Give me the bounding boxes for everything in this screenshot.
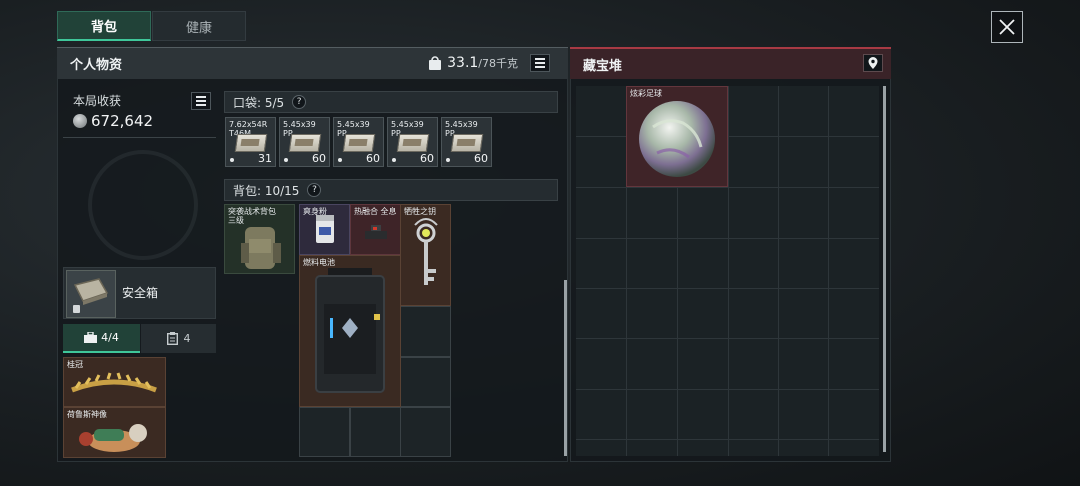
list-icon bbox=[535, 66, 545, 68]
dot-icon bbox=[230, 158, 234, 162]
pocket-slot[interactable]: 5.45x39 PP 60 bbox=[333, 117, 384, 167]
pocket-header: 口袋: 5/5 ? bbox=[224, 91, 558, 113]
pocket-slot[interactable]: 5.45x39 PP 60 bbox=[441, 117, 492, 167]
item-thermal-sight[interactable]: 热融合 全息 bbox=[350, 204, 401, 255]
weight-icon bbox=[429, 56, 442, 70]
item-count: 60 bbox=[420, 152, 434, 165]
backpack-grid-cell[interactable] bbox=[400, 306, 451, 357]
treasure-header: 藏宝堆 bbox=[570, 47, 891, 79]
personal-header: 个人物资 33.1 /78千克 bbox=[57, 47, 568, 79]
backpack-label: 背包: 10/15 bbox=[233, 183, 300, 198]
weight-current: 33.1 bbox=[447, 55, 479, 71]
dot-icon bbox=[284, 158, 288, 162]
list-icon bbox=[535, 62, 545, 64]
pocket-slot[interactable]: 5.45x39 PP 60 bbox=[387, 117, 438, 167]
clipboard-icon bbox=[166, 332, 178, 345]
subtab-tasks[interactable]: 4 bbox=[141, 324, 216, 353]
equipped-backpack-slot[interactable]: 突袭战术背包 三级 bbox=[224, 204, 295, 274]
ammo-box-icon bbox=[450, 134, 484, 152]
list-icon bbox=[196, 100, 206, 102]
list-icon bbox=[196, 104, 206, 106]
weight-max: /78千克 bbox=[478, 57, 518, 70]
earnings-box: 本局收获 672,642 bbox=[63, 86, 216, 138]
holo-sight-icon bbox=[365, 225, 387, 239]
safe-case-icon bbox=[73, 278, 109, 313]
item-count: 60 bbox=[366, 152, 380, 165]
item-count: 60 bbox=[474, 152, 488, 165]
dot-icon bbox=[338, 158, 342, 162]
ammo-box-icon bbox=[288, 134, 322, 152]
safe-box-slot[interactable]: 安全箱 bbox=[63, 267, 216, 319]
dot-icon bbox=[446, 158, 450, 162]
treasure-scrollbar[interactable] bbox=[883, 86, 886, 452]
safe-item-idol[interactable]: 荷鲁斯神像 bbox=[63, 407, 166, 458]
item-sacrifice-key[interactable]: 牺牲之钥 bbox=[400, 204, 451, 306]
fuel-cell-icon bbox=[315, 268, 385, 393]
ammo-box-icon bbox=[396, 134, 430, 152]
backpack-help-icon[interactable]: ? bbox=[307, 183, 322, 197]
list-icon bbox=[535, 58, 545, 60]
item-fuel-cell[interactable]: 燃料电池 bbox=[299, 255, 401, 407]
item-powder[interactable]: 爽身粉 bbox=[299, 204, 350, 255]
personal-title: 个人物资 bbox=[70, 58, 123, 73]
iridescent-ball-icon bbox=[639, 101, 715, 177]
safe-box-icon bbox=[66, 270, 116, 318]
toolbox-icon bbox=[84, 332, 98, 343]
faction-emblem bbox=[88, 150, 198, 260]
earnings-value: 672,642 bbox=[91, 112, 154, 130]
backpack-grid-cell[interactable] bbox=[400, 407, 451, 457]
location-button[interactable] bbox=[863, 54, 883, 72]
pocket-label: 口袋: 5/5 bbox=[233, 95, 285, 110]
pocket-slot[interactable]: 7.62x54R T46M 31 bbox=[225, 117, 276, 167]
personal-list-button[interactable] bbox=[530, 54, 550, 72]
treasure-title: 藏宝堆 bbox=[583, 58, 623, 74]
item-count: 60 bbox=[312, 152, 326, 165]
earnings-list-button[interactable] bbox=[191, 92, 211, 110]
ammo-box-icon bbox=[234, 134, 268, 152]
powder-container-icon bbox=[316, 215, 334, 243]
treasure-item-soccer-ball[interactable]: 炫彩足球 bbox=[626, 86, 728, 187]
pocket-slot[interactable]: 5.45x39 PP 60 bbox=[279, 117, 330, 167]
list-icon bbox=[196, 96, 206, 98]
idol-figurine-icon bbox=[79, 424, 147, 452]
safe-box-label: 安全箱 bbox=[122, 286, 159, 300]
map-pin-icon bbox=[868, 57, 878, 69]
ammo-box-icon bbox=[342, 134, 376, 152]
close-icon bbox=[999, 19, 1015, 35]
subtab-tasks-label: 4 bbox=[183, 332, 191, 345]
weight-readout: 33.1 /78千克 bbox=[428, 55, 518, 71]
tab-health[interactable]: 健康 bbox=[152, 11, 246, 41]
backpack-grid-cell[interactable] bbox=[350, 407, 401, 457]
laurel-crown-icon bbox=[71, 372, 157, 393]
coin-icon bbox=[73, 114, 87, 128]
key-icon bbox=[414, 218, 438, 285]
earnings-label: 本局收获 bbox=[73, 94, 122, 108]
subtab-secure-case[interactable]: 4/4 bbox=[63, 324, 140, 353]
item-count: 31 bbox=[258, 152, 272, 165]
backpack-grid-cell[interactable] bbox=[400, 357, 451, 407]
backpack-grid-cell[interactable] bbox=[299, 407, 350, 457]
inventory-scrollbar[interactable] bbox=[564, 280, 567, 456]
dot-icon bbox=[392, 158, 396, 162]
tactical-backpack-icon bbox=[241, 227, 281, 269]
tab-backpack[interactable]: 背包 bbox=[57, 11, 151, 41]
subtab-secure-case-label: 4/4 bbox=[101, 331, 119, 344]
pocket-help-icon[interactable]: ? bbox=[292, 95, 307, 109]
close-button[interactable] bbox=[991, 11, 1023, 43]
backpack-header: 背包: 10/15 ? bbox=[224, 179, 558, 201]
safe-item-laurel[interactable]: 桂冠 bbox=[63, 357, 166, 407]
earnings-value-row: 672,642 bbox=[73, 112, 153, 130]
